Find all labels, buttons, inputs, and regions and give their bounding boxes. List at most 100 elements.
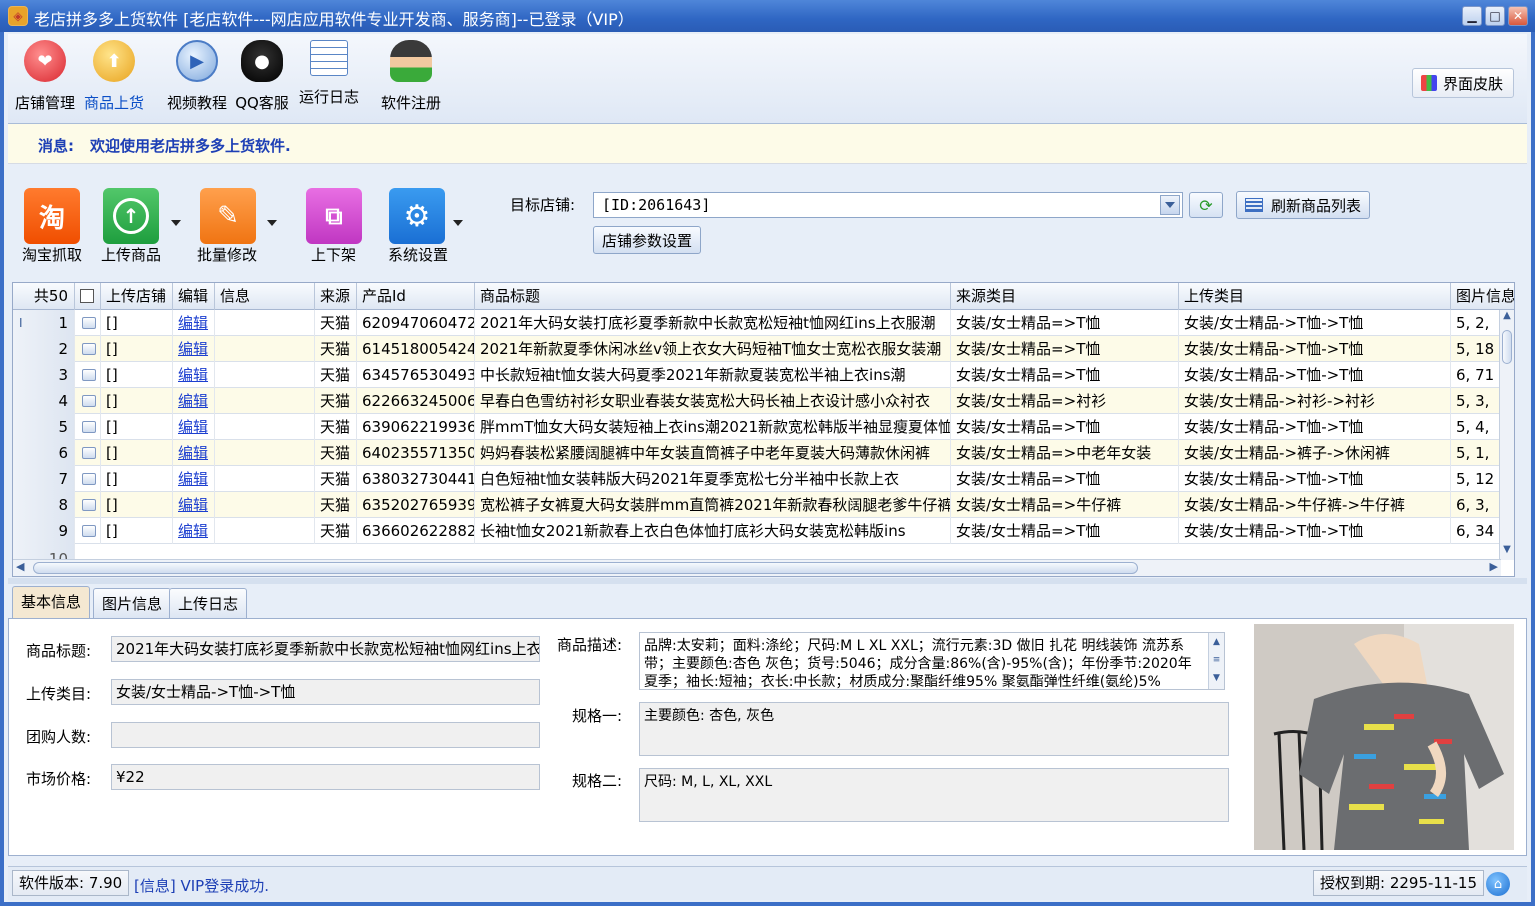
batch-edit-dropdown-icon[interactable] [267,220,277,226]
skin-button[interactable]: 界面皮肤 [1412,68,1514,98]
vertical-scrollbar[interactable]: ▲ ▼ [1499,310,1514,560]
horizontal-scrollbar[interactable]: ◀ ▶ [13,559,1501,576]
list-icon [1244,198,1263,212]
table-row-partial[interactable]: 10 [13,544,1501,560]
horizontal-scroll-thumb[interactable] [33,562,1138,574]
checkbox-icon[interactable] [82,369,96,381]
checkbox-icon[interactable] [82,447,96,459]
row-checkbox[interactable] [75,518,101,544]
checkbox-icon[interactable] [80,289,94,303]
batch-edit-button[interactable]: ✎ [200,188,256,244]
upload-goods-button[interactable]: ↑ [103,188,159,244]
target-shop-select[interactable]: [ID:2061643] [593,192,1183,218]
checkbox-icon[interactable] [82,525,96,537]
table-row[interactable]: 7 [] 编辑 天猫 638032730441 白色短袖t恤女装韩版大码2021年夏季宽松… [13,466,1501,492]
system-settings-button[interactable]: ⚙ [389,188,445,244]
close-button[interactable]: ✕ [1508,6,1528,26]
checkbox-icon[interactable] [82,499,96,511]
chevron-down-icon[interactable] [1160,195,1180,215]
header-source[interactable]: 来源 [315,283,357,310]
tab-upload-log[interactable]: 上传日志 [169,588,248,618]
row-edit-link[interactable]: 编辑 [173,310,215,336]
table-row[interactable]: 2 [] 编辑 天猫 614518005424 2021年新款夏季休闲冰丝v领上衣女大码短… [13,336,1501,362]
row-checkbox[interactable] [75,466,101,492]
row-checkbox[interactable] [75,336,101,362]
row-checkbox[interactable] [75,388,101,414]
home-icon[interactable]: ⌂ [1486,872,1510,896]
header-product-id[interactable]: 产品Id [357,283,475,310]
table-row[interactable]: 4 [] 编辑 天猫 622663245006 早春白色雪纺衬衫女职业春装女装宽松大码长袖… [13,388,1501,414]
row-checkbox[interactable] [75,414,101,440]
price-field[interactable]: ¥22 [111,764,540,790]
title-field[interactable]: 2021年大码女装打底衫夏季新款中长款宽松短袖t恤网红ins上衣服潮 [111,636,540,662]
header-image-info[interactable]: 图片信息 [1451,283,1514,310]
header-info[interactable]: 信息 [215,283,315,310]
checkbox-icon[interactable] [82,473,96,485]
group-buy-field[interactable] [111,722,540,748]
shelf-button[interactable]: ⧉ [306,188,362,244]
tab-basic-info[interactable]: 基本信息 [12,586,91,619]
row-edit-link[interactable]: 编辑 [173,440,215,466]
toolbar-goods-upload[interactable]: ⬆ 商品上货 [81,38,147,118]
row-edit-link[interactable]: 编辑 [173,414,215,440]
scroll-right-icon[interactable]: ▶ [1490,560,1498,573]
row-checkbox[interactable] [75,492,101,518]
table-row[interactable]: 5 [] 编辑 天猫 639062219936 胖mmT恤女大码女装短袖上衣ins潮202… [13,414,1501,440]
spec1-field[interactable]: 主要颜色: 杏色, 灰色 [639,702,1229,756]
header-upload-category[interactable]: 上传类目 [1179,283,1451,310]
scroll-down-icon[interactable]: ▼ [1500,544,1514,560]
scroll-up-icon[interactable]: ▲ [1500,310,1514,326]
panel-splitter[interactable] [8,578,1527,584]
checkbox-icon[interactable] [82,343,96,355]
table-row[interactable]: 1 I [] 编辑 天猫 620947060472 2021年大码女装打底衫夏季新款中长款宽… [13,310,1501,336]
row-checkbox[interactable] [75,310,101,336]
row-upload-category: 女装/女士精品->T恤->T恤 [1179,336,1451,362]
row-edit-link[interactable]: 编辑 [173,518,215,544]
header-select-all[interactable] [75,283,101,310]
category-field[interactable]: 女装/女士精品->T恤->T恤 [111,679,540,705]
toolbar-video-tutorial[interactable]: ▶ 视频教程 [164,38,230,118]
toolbar-run-log[interactable]: 运行日志 [296,38,362,118]
toolbar-software-register[interactable]: 软件注册 [378,38,444,118]
row-source: 天猫 [315,440,357,466]
palette-icon [1421,75,1437,91]
scroll-left-icon[interactable]: ◀ [16,560,24,573]
table-row[interactable]: 3 [] 编辑 天猫 634576530493 中长款短袖t恤女装大码夏季2021年新款夏… [13,362,1501,388]
row-edit-link[interactable]: 编辑 [173,336,215,362]
table-row[interactable]: 9 [] 编辑 天猫 636602622882 长袖t恤女2021新款春上衣白色体恤打底衫… [13,518,1501,544]
tab-image-info[interactable]: 图片信息 [93,588,172,618]
header-source-category[interactable]: 来源类目 [951,283,1179,310]
description-field[interactable]: 品牌:太安莉；面料:涤纶；尺码:M L XL XXL；流行元素:3D 做旧 扎花… [639,632,1225,690]
price-field-label: 市场价格: [26,770,92,788]
maximize-button[interactable]: □ [1485,6,1505,26]
shop-params-button[interactable]: 店铺参数设置 [593,226,701,254]
checkbox-icon[interactable] [82,395,96,407]
header-upload-shop[interactable]: 上传店铺 [101,283,173,310]
header-title[interactable]: 商品标题 [475,283,951,310]
taobao-grab-button[interactable]: 淘 [24,188,80,244]
row-edit-link[interactable]: 编辑 [173,492,215,518]
checkbox-icon[interactable] [82,317,96,329]
upload-dropdown-icon[interactable] [171,220,181,226]
vertical-scroll-thumb[interactable] [1502,330,1512,364]
header-edit[interactable]: 编辑 [173,283,215,310]
toolbar-shop-manage[interactable]: ❤ 店铺管理 [12,38,78,118]
toolbar-qq-support[interactable]: ● QQ客服 [232,38,292,118]
table-row[interactable]: 6 [] 编辑 天猫 640235571350 妈妈春装松紧腰阔腿裤中年女装直筒裤子中老年… [13,440,1501,466]
row-edit-link[interactable]: 编辑 [173,362,215,388]
refresh-shop-button[interactable]: ⟳ [1189,192,1223,218]
checkbox-icon[interactable] [82,421,96,433]
description-scrollbar[interactable]: ▲ ≡ ▼ [1208,633,1224,689]
row-checkbox[interactable] [75,440,101,466]
minimize-button[interactable]: ▁ [1462,6,1482,26]
row-number: 2 [13,336,75,362]
row-product-id: 622663245006 [357,388,475,414]
table-row[interactable]: 8 [] 编辑 天猫 635202765939 宽松裤子女裤夏大码女装胖mm直筒裤2021… [13,492,1501,518]
refresh-goods-list-button[interactable]: 刷新商品列表 [1236,191,1370,219]
spec2-field[interactable]: 尺码: M, L, XL, XXL [639,768,1229,822]
row-checkbox[interactable] [75,362,101,388]
row-edit-link[interactable]: 编辑 [173,466,215,492]
settings-dropdown-icon[interactable] [453,220,463,226]
row-edit-link[interactable]: 编辑 [173,388,215,414]
row-upload-category: 女装/女士精品->T恤->T恤 [1179,414,1451,440]
